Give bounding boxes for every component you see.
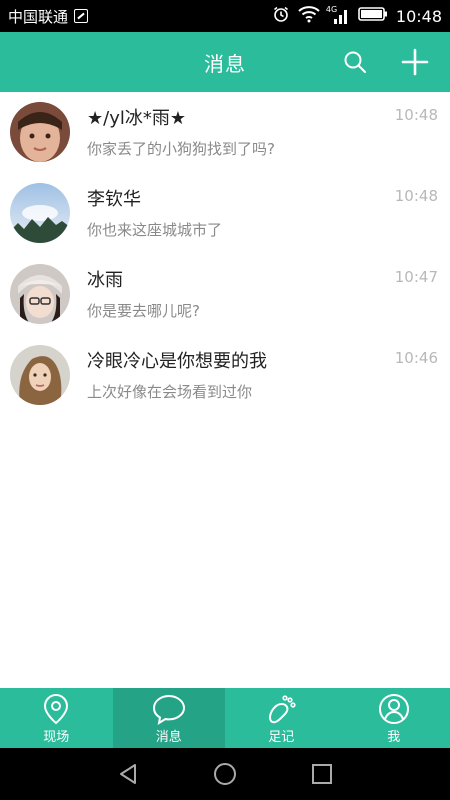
home-button[interactable]: [210, 759, 240, 789]
conversation-time: 10:48: [394, 106, 438, 124]
plus-icon: [401, 48, 429, 76]
wifi-icon: [298, 5, 320, 27]
recent-apps-button[interactable]: [307, 759, 337, 789]
screenshot-notification-icon: [74, 9, 89, 23]
conversation-item[interactable]: 李钦华 你也来这座城城市了 10:48: [0, 173, 450, 254]
recent-square-icon: [311, 764, 332, 784]
status-indicators: 4G 10:48: [272, 5, 442, 27]
status-bar: 中国联通 4G 10:48: [0, 0, 450, 32]
chat-bubble-icon: [152, 692, 186, 726]
location-pin-icon: [39, 692, 73, 726]
back-button[interactable]: [113, 759, 143, 789]
conversation-item[interactable]: 冰雨 你是要去哪儿呢? 10:47: [0, 254, 450, 335]
tab-label: 我: [387, 730, 401, 745]
tab-label: 现场: [43, 730, 70, 745]
conversation-item[interactable]: ★/yl冰*雨★ 你家丢了的小狗狗找到了吗? 10:48: [0, 92, 450, 173]
conversation-name: 李钦华: [87, 189, 141, 210]
status-time: 10:48: [395, 6, 442, 26]
conversation-name: 冰雨: [87, 270, 123, 291]
add-button[interactable]: [400, 47, 430, 77]
conversation-preview: 上次好像在会场看到过你: [87, 383, 253, 401]
avatar[interactable]: [10, 345, 70, 405]
bottom-tab-bar: 现场 消息 足记 我: [0, 688, 450, 748]
conversation-time: 10:46: [394, 349, 438, 367]
page-title: 消息: [204, 51, 246, 76]
header-actions: [340, 32, 430, 92]
conversation-item[interactable]: 冷眼冷心是你想要的我 上次好像在会场看到过你 10:46: [0, 335, 450, 416]
conversation-time: 10:48: [394, 187, 438, 205]
carrier-name: 中国联通: [8, 7, 69, 26]
avatar[interactable]: [10, 102, 70, 162]
tab-me[interactable]: 我: [338, 688, 450, 748]
tab-messages[interactable]: 消息: [112, 688, 225, 748]
conversation-time: 10:47: [394, 268, 438, 286]
search-icon: [344, 51, 366, 73]
battery-icon: [358, 6, 388, 26]
conversation-preview: 你是要去哪儿呢?: [87, 302, 200, 320]
footprint-icon: [264, 692, 298, 726]
alarm-icon: [272, 5, 290, 27]
tab-live[interactable]: 现场: [0, 688, 113, 748]
tab-label: 消息: [155, 730, 182, 745]
app-header: 消息: [0, 32, 450, 92]
carrier-info: 中国联通: [8, 6, 89, 27]
conversation-list: ★/yl冰*雨★ 你家丢了的小狗狗找到了吗? 10:48 李钦华 你也来这座城城…: [0, 92, 450, 688]
network-type: 4G: [325, 5, 338, 14]
conversation-preview: 你也来这座城城市了: [87, 221, 223, 239]
conversation-preview: 你家丢了的小狗狗找到了吗?: [87, 140, 275, 158]
back-triangle-icon: [120, 764, 137, 784]
avatar[interactable]: [10, 183, 70, 243]
system-nav-bar: [0, 748, 450, 800]
conversation-name: 冷眼冷心是你想要的我: [87, 351, 267, 372]
tab-label: 足记: [268, 730, 295, 745]
tab-footprints[interactable]: 足记: [225, 688, 338, 748]
home-circle-icon: [213, 763, 236, 785]
conversation-name: ★/yl冰*雨★: [87, 108, 186, 129]
search-button[interactable]: [340, 47, 370, 77]
avatar[interactable]: [10, 264, 70, 324]
user-icon: [377, 692, 411, 726]
cellular-signal-icon: 4G: [325, 5, 350, 25]
